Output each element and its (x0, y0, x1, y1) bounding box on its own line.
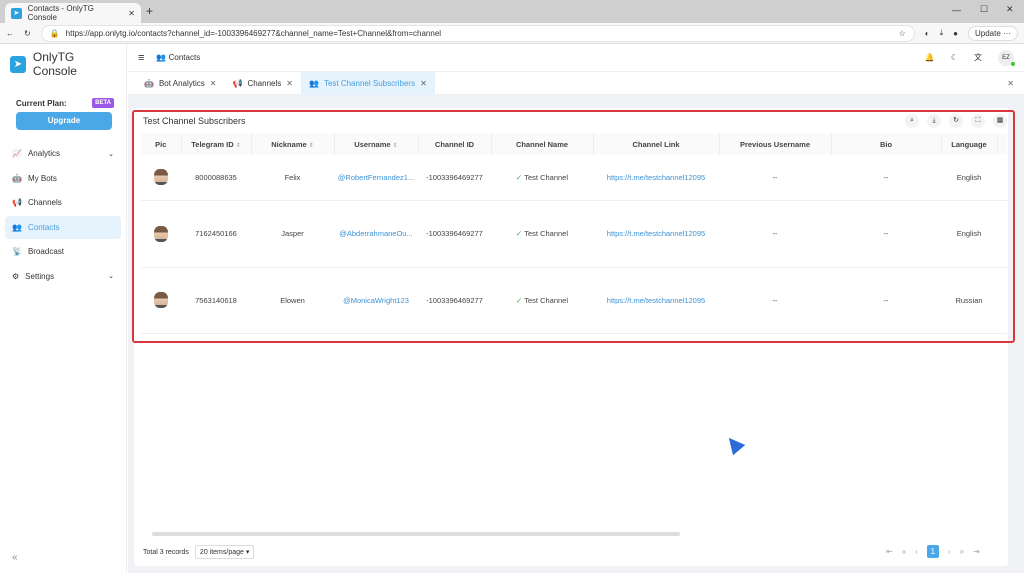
bot-icon: 🤖 (12, 173, 22, 183)
profile-icon[interactable]: ● (953, 29, 958, 38)
close-window-icon[interactable]: ✕ (1006, 4, 1014, 15)
breadcrumb-item: Contacts (168, 53, 201, 62)
sidebar-item-contacts[interactable]: 👥 Contacts (5, 215, 121, 239)
maximize-icon[interactable]: ☐ (980, 4, 988, 15)
highlight-outline (132, 110, 1015, 343)
last-page-icon[interactable]: ⇥ (973, 547, 980, 556)
breadcrumb: 👥 Contacts (156, 53, 200, 62)
moon-icon[interactable]: ☾ (951, 53, 958, 62)
broadcast-icon: 📡 (12, 247, 22, 256)
plan-badge: BETA (92, 98, 114, 108)
tab-channels[interactable]: 📢 Channels ✕ (224, 72, 300, 95)
tab-label: Channels (247, 78, 282, 88)
url-field[interactable]: 🔒 https://app.onlytg.io/contacts?channel_… (40, 24, 915, 42)
pagination: ⇤ « ‹ 1 › » ⇥ (886, 545, 980, 558)
extension-icon[interactable]: ◐ (925, 29, 930, 38)
contacts-icon: 👥 (156, 53, 167, 62)
avatar-initials: EZ (1002, 54, 1010, 61)
megaphone-icon: 📢 (232, 78, 243, 88)
back-icon[interactable]: ← (6, 29, 14, 38)
avatar[interactable]: EZ (998, 49, 1015, 66)
next-group-icon[interactable]: » (960, 547, 964, 556)
minimize-icon[interactable]: — (952, 5, 961, 15)
page-size-select[interactable]: 20 items/page ▾ (194, 545, 255, 559)
translate-icon[interactable]: 文 (974, 52, 982, 63)
next-page-icon[interactable]: › (948, 547, 951, 556)
gear-icon: ⚙ (12, 271, 20, 281)
chevron-down-icon: ⌄ (108, 150, 114, 158)
contacts-icon: 👥 (308, 78, 319, 88)
sidebar-item-channels[interactable]: 📢 Channels (5, 191, 121, 214)
plan-label: Current Plan: (16, 98, 67, 108)
app-name: OnlyTG Console (32, 50, 77, 78)
update-label: Update (974, 28, 1001, 38)
online-indicator (1011, 61, 1015, 66)
app-favicon-icon: ➤ (11, 7, 22, 19)
sidebar-item-analytics[interactable]: 📈 Analytics ⌄ (5, 142, 121, 165)
page-tabs: 🤖 Bot Analytics ✕ 📢 Channels ✕ 👥 Test Channel… (128, 71, 1024, 95)
label: Broadcast (27, 247, 64, 256)
more-icon: ··· (1003, 28, 1011, 38)
megaphone-icon: 📢 (12, 198, 22, 207)
label: Analytics (27, 149, 60, 158)
download-icon[interactable]: ⤓ (940, 28, 944, 38)
table-footer: Total 3 records 20 items/page ▾ (143, 545, 255, 559)
first-page-icon[interactable]: ⇤ (886, 547, 893, 556)
browser-tab[interactable]: ➤ Contacts - OnlyTG Console ✕ (5, 3, 141, 23)
contacts-icon: 👥 (12, 222, 22, 232)
tab-bot-analytics[interactable]: 🤖 Bot Analytics ✕ (136, 72, 224, 95)
header: ≡ 👥 Contacts 🔔 ☾ 文 EZ (128, 44, 1024, 72)
new-tab-button[interactable]: + (146, 4, 153, 18)
telegram-logo-icon: ➤ (10, 55, 26, 73)
chevron-down-icon: ⌄ (108, 273, 114, 280)
bell-icon[interactable]: 🔔 (925, 53, 935, 62)
label: My Bots (27, 173, 57, 183)
label: Channels (27, 198, 62, 207)
chart-icon: 📈 (12, 149, 22, 158)
address-bar-row: ← ↻ 🔒 https://app.onlytg.io/contacts?chann… (0, 23, 1024, 44)
horizontal-scrollbar[interactable] (152, 532, 680, 536)
url-text: https://app.onlytg.io/contacts?channel_i… (65, 28, 442, 38)
logo[interactable]: ➤ OnlyTG Console (0, 44, 126, 84)
update-button[interactable]: Update ··· (967, 25, 1018, 41)
reload-icon[interactable]: ↻ (24, 29, 31, 38)
sidebar-item-broadcast[interactable]: 📡 Broadcast (5, 240, 121, 263)
upgrade-button[interactable]: Upgrade (16, 112, 112, 130)
sidebar-item-my-bots[interactable]: 🤖 My Bots (5, 167, 121, 190)
page-size-value: 20 items/page (199, 549, 244, 556)
star-icon[interactable]: ☆ (899, 29, 906, 38)
prev-page-icon[interactable]: ‹ (915, 547, 918, 556)
prev-group-icon[interactable]: « (902, 547, 906, 556)
label: Settings (25, 271, 55, 281)
tab-label: Bot Analytics (158, 78, 205, 88)
sidebar-item-settings[interactable]: ⚙ Settings ⌄ (5, 265, 121, 288)
page-1-button[interactable]: 1 (926, 545, 939, 558)
lock-icon: 🔒 (49, 28, 60, 38)
collapse-sidebar-button[interactable]: « (12, 552, 18, 563)
label: Contacts (27, 222, 60, 232)
tab-title: Contacts - OnlyTG Console (27, 4, 94, 22)
close-icon[interactable]: ✕ (286, 79, 293, 88)
tab-test-channel-subscribers[interactable]: 👥 Test Channel Subscribers ✕ (300, 71, 435, 95)
total-records: Total 3 records (143, 548, 189, 556)
current-plan: Current Plan: BETA (16, 98, 114, 108)
chevron-down-icon: ▾ (245, 549, 250, 556)
close-icon[interactable]: ✕ (210, 79, 217, 88)
menu-icon[interactable]: ≡ (138, 52, 144, 64)
sidebar: ➤ OnlyTG Console Current Plan: BETA Upgrad… (0, 44, 127, 573)
browser-tab-bar: ➤ Contacts - OnlyTG Console ✕ + — ☐ ✕ (0, 0, 1024, 23)
close-icon[interactable]: ✕ (420, 79, 427, 88)
close-tab-icon[interactable]: ✕ (128, 9, 135, 18)
tab-label: Test Channel Subscribers (323, 78, 416, 88)
bot-icon: 🤖 (144, 78, 154, 88)
close-all-tabs-icon[interactable]: ✕ (1007, 79, 1014, 88)
